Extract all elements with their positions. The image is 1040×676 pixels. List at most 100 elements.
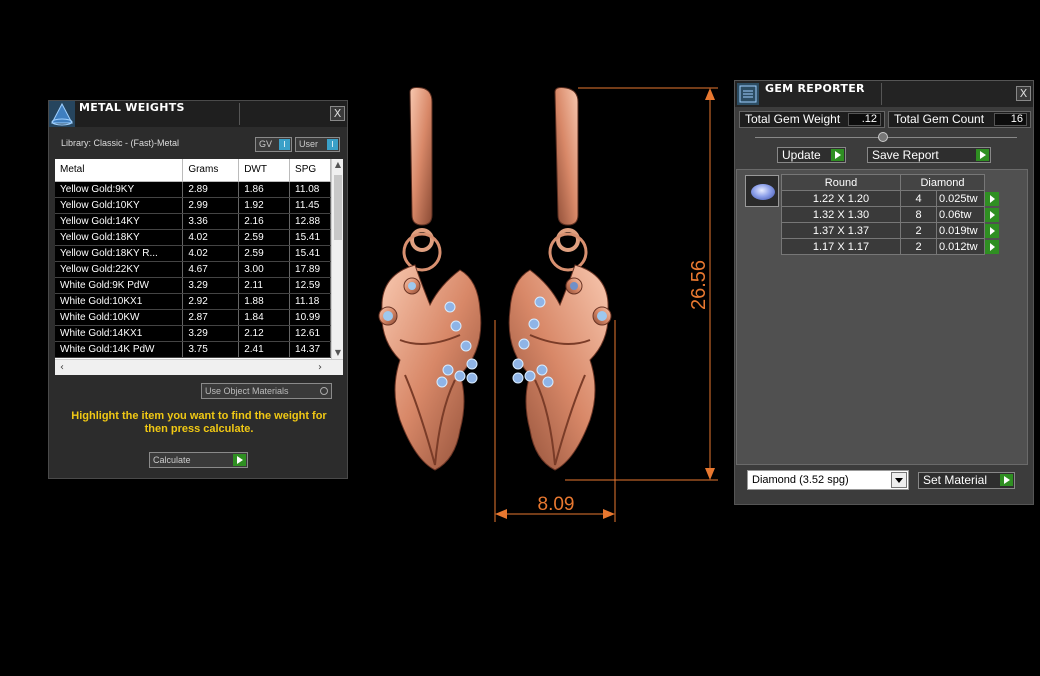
table-row[interactable]: White Gold:9K PdW 3.29 2.11 12.59 [55,277,331,294]
radio-icon[interactable] [320,387,328,395]
calculate-button[interactable]: Calculate [149,452,248,468]
gem-row[interactable]: 1.32 X 1.30 8 0.06tw [781,206,1000,223]
gem-reporter-titlebar[interactable]: GEM REPORTER X [735,81,1033,107]
title-divider [881,83,882,105]
earrings-3d-view[interactable]: 26.56 8.09 [360,80,730,540]
total-gem-weight: Total Gem Weight .12 [739,111,885,128]
cell-spg: 11.08 [289,181,331,198]
gem-count: 2 [900,238,937,255]
cell-grams: 2.92 [182,293,240,310]
cell-spg: 11.18 [289,293,331,310]
gem-size: 1.32 X 1.30 [781,206,901,223]
play-arrow-icon[interactable] [831,149,844,161]
material-header: Diamond [900,174,985,191]
user-label: User [299,139,319,149]
play-arrow-icon[interactable] [985,191,999,206]
table-row[interactable]: Yellow Gold:18KY 4.02 2.59 15.41 [55,229,331,246]
cell-metal: White Gold:14K PdW [55,341,184,358]
cell-grams: 2.87 [182,309,240,326]
height-dimension-label: 26.56 [688,260,710,310]
table-row[interactable]: White Gold:10KW 2.87 1.84 10.99 [55,309,331,326]
save-report-button[interactable]: Save Report [867,147,991,163]
vertical-scrollbar[interactable]: ▲ ▼ [331,159,343,359]
table-row[interactable]: White Gold:14KX1 3.29 2.12 12.61 [55,325,331,342]
table-row[interactable]: Yellow Gold:9KY 2.89 1.86 11.08 [55,181,331,198]
gem-weight: 0.025tw [936,190,985,207]
column-header-grams[interactable]: Grams [182,159,240,182]
material-select[interactable]: Diamond (3.52 spg) [747,470,909,490]
gem-row[interactable]: 1.17 X 1.17 2 0.012tw [781,238,1000,255]
play-arrow-icon[interactable] [985,239,999,254]
table-row[interactable]: Yellow Gold:22KY 4.67 3.00 17.89 [55,261,331,278]
table-row[interactable]: Yellow Gold:10KY 2.99 1.92 11.45 [55,197,331,214]
close-icon[interactable]: X [330,106,345,121]
play-arrow-icon[interactable] [976,149,989,161]
play-arrow-icon[interactable] [985,223,999,238]
column-header-metal[interactable]: Metal [55,159,184,182]
scroll-left-icon[interactable]: ‹ [55,360,69,375]
total-gem-count: Total Gem Count 16 [888,111,1031,128]
set-material-button[interactable]: Set Material [918,472,1015,489]
cell-spg: 14.37 [289,341,331,358]
user-toggle[interactable]: User I [295,137,340,152]
gem-count: 4 [900,190,937,207]
play-arrow-icon[interactable] [1000,474,1013,486]
right-earring [508,87,612,471]
column-header-dwt[interactable]: DWT [238,159,291,182]
gem-list: Round Diamond 1.22 X 1.20 4 0.025tw 1.32 X … [736,169,1028,465]
table-header-row: Metal Grams DWT SPG [55,159,331,182]
gem-weight: 0.012tw [936,238,985,255]
table-row[interactable]: White Gold:10KX1 2.92 1.88 11.18 [55,293,331,310]
title-divider [239,103,240,125]
use-object-materials-option[interactable]: Use Object Materials [201,383,332,399]
metal-table-container: Metal Grams DWT SPG Yellow Gold:9KY 2.89 1… [55,159,343,375]
cell-metal: White Gold:10KX1 [55,293,184,310]
gem-count: 8 [900,206,937,223]
shape-header: Round [781,174,901,191]
metal-weights-panel: METAL WEIGHTS X Library: Classic - (Fast… [48,100,348,479]
cell-metal: Yellow Gold:18KY [55,229,184,246]
round-gem-icon [751,184,775,200]
cell-grams: 4.02 [182,229,240,246]
play-arrow-icon[interactable] [985,207,999,222]
save-report-label: Save Report [872,148,939,162]
gem-size: 1.17 X 1.17 [781,238,901,255]
horizontal-scrollbar[interactable]: ‹ › [55,359,343,375]
earrings-render: 26.56 8.09 [378,87,718,522]
metal-table: Metal Grams DWT SPG Yellow Gold:9KY 2.89 1… [55,159,331,358]
cell-grams: 2.99 [182,197,240,214]
metal-weights-titlebar[interactable]: METAL WEIGHTS X [49,101,347,127]
scroll-down-icon[interactable]: ▼ [332,347,343,359]
cell-grams: 4.02 [182,245,240,262]
cell-spg: 10.99 [289,309,331,326]
cell-dwt: 1.84 [238,309,291,326]
gem-thumbnail[interactable] [745,175,779,207]
table-row[interactable]: White Gold:14K PdW 3.75 2.41 14.37 [55,341,331,358]
close-icon[interactable]: X [1016,86,1031,101]
cell-grams: 3.75 [182,341,240,358]
column-header-spg[interactable]: SPG [289,159,331,182]
gem-weight: 0.06tw [936,206,985,223]
chevron-down-icon[interactable] [891,472,907,488]
gem-row[interactable]: 1.22 X 1.20 4 0.025tw [781,190,1000,207]
scrollbar-thumb[interactable] [334,175,342,240]
left-earring [378,87,482,471]
calculate-label: Calculate [153,455,191,465]
gem-row[interactable]: 1.37 X 1.37 2 0.019tw [781,222,1000,239]
scroll-up-icon[interactable]: ▲ [332,159,343,171]
cell-spg: 12.59 [289,277,331,294]
table-row[interactable]: Yellow Gold:18KY R... 4.02 2.59 15.41 [55,245,331,262]
cell-grams: 3.29 [182,325,240,342]
divider-slider-handle[interactable] [878,132,888,142]
play-arrow-icon[interactable] [233,454,246,466]
gem-reporter-panel: GEM REPORTER X Total Gem Weight .12 Tota… [734,80,1034,505]
table-row[interactable]: Yellow Gold:14KY 3.36 2.16 12.88 [55,213,331,230]
gv-toggle[interactable]: GV I [255,137,292,152]
scroll-right-icon[interactable]: › [313,360,327,375]
cell-spg: 17.89 [289,261,331,278]
cell-dwt: 2.16 [238,213,291,230]
cell-dwt: 2.12 [238,325,291,342]
cell-spg: 12.61 [289,325,331,342]
cell-spg: 15.41 [289,245,331,262]
update-button[interactable]: Update [777,147,846,163]
